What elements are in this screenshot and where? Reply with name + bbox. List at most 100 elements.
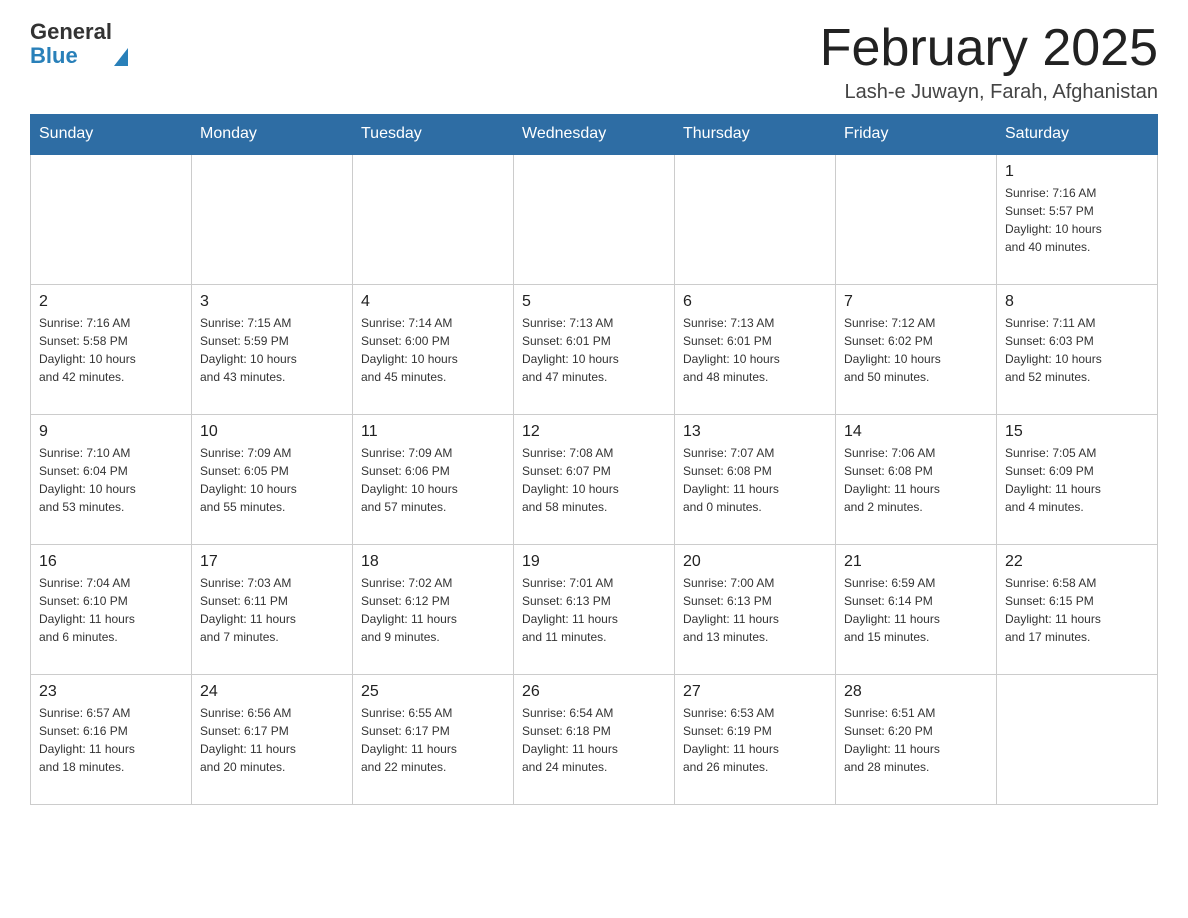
day-info: Sunrise: 6:54 AMSunset: 6:18 PMDaylight:… xyxy=(522,704,666,776)
calendar-cell: 5 Sunrise: 7:13 AMSunset: 6:01 PMDaylight… xyxy=(514,284,675,414)
calendar-cell: 25 Sunrise: 6:55 AMSunset: 6:17 PMDayligh… xyxy=(353,674,514,804)
day-number: 22 xyxy=(1005,553,1149,571)
day-number: 13 xyxy=(683,423,827,441)
day-info: Sunrise: 7:08 AMSunset: 6:07 PMDaylight:… xyxy=(522,444,666,516)
calendar-cell: 21Sunrise: 6:59 AMSunset: 6:14 PMDayligh… xyxy=(836,544,997,674)
day-number: 12 xyxy=(522,423,666,441)
calendar-cell xyxy=(514,154,675,284)
day-info: Sunrise: 7:16 AMSunset: 5:57 PMDaylight:… xyxy=(1005,184,1149,256)
day-info: Sunrise: 7:07 AMSunset: 6:08 PMDaylight:… xyxy=(683,444,827,516)
day-of-week-header: Tuesday xyxy=(353,115,514,155)
calendar-header-row: SundayMondayTuesdayWednesdayThursdayFrid… xyxy=(31,115,1158,155)
calendar-cell: 13 Sunrise: 7:07 AMSunset: 6:08 PMDayligh… xyxy=(675,414,836,544)
day-info: Sunrise: 7:00 AMSunset: 6:13 PMDaylight:… xyxy=(683,574,827,646)
logo-text: General Blue xyxy=(30,20,112,68)
calendar-cell xyxy=(353,154,514,284)
day-info: Sunrise: 7:05 AMSunset: 6:09 PMDaylight:… xyxy=(1005,444,1149,516)
day-number: 24 xyxy=(200,683,344,701)
calendar-cell: 24 Sunrise: 6:56 AMSunset: 6:17 PMDayligh… xyxy=(192,674,353,804)
day-number: 27 xyxy=(683,683,827,701)
day-info: Sunrise: 7:16 AMSunset: 5:58 PMDaylight:… xyxy=(39,314,183,386)
calendar-cell: 15 Sunrise: 7:05 AMSunset: 6:09 PMDayligh… xyxy=(997,414,1158,544)
day-number: 19 xyxy=(522,553,666,571)
calendar-cell: 20 Sunrise: 7:00 AMSunset: 6:13 PMDayligh… xyxy=(675,544,836,674)
day-of-week-header: Wednesday xyxy=(514,115,675,155)
day-info: Sunrise: 7:12 AMSunset: 6:02 PMDaylight:… xyxy=(844,314,988,386)
logo: General Blue xyxy=(30,20,128,68)
day-info: Sunrise: 6:53 AMSunset: 6:19 PMDaylight:… xyxy=(683,704,827,776)
day-info: Sunrise: 6:51 AMSunset: 6:20 PMDaylight:… xyxy=(844,704,988,776)
calendar-cell: 4 Sunrise: 7:14 AMSunset: 6:00 PMDaylight… xyxy=(353,284,514,414)
calendar-cell: 7Sunrise: 7:12 AMSunset: 6:02 PMDaylight… xyxy=(836,284,997,414)
day-info: Sunrise: 7:13 AMSunset: 6:01 PMDaylight:… xyxy=(683,314,827,386)
calendar-cell xyxy=(31,154,192,284)
day-of-week-header: Friday xyxy=(836,115,997,155)
page-header: General Blue February 2025 Lash-e Juwayn… xyxy=(30,20,1158,104)
day-info: Sunrise: 7:14 AMSunset: 6:00 PMDaylight:… xyxy=(361,314,505,386)
title-block: February 2025 Lash-e Juwayn, Farah, Afgh… xyxy=(820,20,1158,104)
day-info: Sunrise: 7:03 AMSunset: 6:11 PMDaylight:… xyxy=(200,574,344,646)
day-number: 16 xyxy=(39,553,183,571)
day-number: 25 xyxy=(361,683,505,701)
calendar-cell: 1 Sunrise: 7:16 AMSunset: 5:57 PMDaylight… xyxy=(997,154,1158,284)
day-number: 10 xyxy=(200,423,344,441)
day-number: 1 xyxy=(1005,163,1149,181)
day-of-week-header: Sunday xyxy=(31,115,192,155)
day-number: 4 xyxy=(361,293,505,311)
calendar-cell: 11Sunrise: 7:09 AMSunset: 6:06 PMDayligh… xyxy=(353,414,514,544)
calendar-cell: 8 Sunrise: 7:11 AMSunset: 6:03 PMDaylight… xyxy=(997,284,1158,414)
calendar-cell: 27 Sunrise: 6:53 AMSunset: 6:19 PMDayligh… xyxy=(675,674,836,804)
day-info: Sunrise: 7:04 AMSunset: 6:10 PMDaylight:… xyxy=(39,574,183,646)
day-info: Sunrise: 7:06 AMSunset: 6:08 PMDaylight:… xyxy=(844,444,988,516)
calendar-week-row: 1 Sunrise: 7:16 AMSunset: 5:57 PMDaylight… xyxy=(31,154,1158,284)
day-number: 28 xyxy=(844,683,988,701)
day-number: 8 xyxy=(1005,293,1149,311)
day-number: 20 xyxy=(683,553,827,571)
calendar-cell: 19Sunrise: 7:01 AMSunset: 6:13 PMDayligh… xyxy=(514,544,675,674)
day-number: 3 xyxy=(200,293,344,311)
location-subtitle: Lash-e Juwayn, Farah, Afghanistan xyxy=(820,81,1158,104)
day-info: Sunrise: 6:57 AMSunset: 6:16 PMDaylight:… xyxy=(39,704,183,776)
day-number: 23 xyxy=(39,683,183,701)
day-number: 11 xyxy=(361,423,505,441)
logo-general: General xyxy=(30,20,112,44)
day-number: 17 xyxy=(200,553,344,571)
day-of-week-header: Monday xyxy=(192,115,353,155)
day-info: Sunrise: 7:10 AMSunset: 6:04 PMDaylight:… xyxy=(39,444,183,516)
day-number: 18 xyxy=(361,553,505,571)
calendar-week-row: 16 Sunrise: 7:04 AMSunset: 6:10 PMDayligh… xyxy=(31,544,1158,674)
calendar-cell xyxy=(836,154,997,284)
day-info: Sunrise: 6:56 AMSunset: 6:17 PMDaylight:… xyxy=(200,704,344,776)
calendar-cell: 18 Sunrise: 7:02 AMSunset: 6:12 PMDayligh… xyxy=(353,544,514,674)
day-info: Sunrise: 6:55 AMSunset: 6:17 PMDaylight:… xyxy=(361,704,505,776)
calendar-cell: 23 Sunrise: 6:57 AMSunset: 6:16 PMDayligh… xyxy=(31,674,192,804)
day-info: Sunrise: 7:11 AMSunset: 6:03 PMDaylight:… xyxy=(1005,314,1149,386)
calendar-cell: 9 Sunrise: 7:10 AMSunset: 6:04 PMDaylight… xyxy=(31,414,192,544)
calendar-week-row: 23 Sunrise: 6:57 AMSunset: 6:16 PMDayligh… xyxy=(31,674,1158,804)
day-info: Sunrise: 6:58 AMSunset: 6:15 PMDaylight:… xyxy=(1005,574,1149,646)
day-of-week-header: Saturday xyxy=(997,115,1158,155)
calendar-cell: 14 Sunrise: 7:06 AMSunset: 6:08 PMDayligh… xyxy=(836,414,997,544)
calendar-table: SundayMondayTuesdayWednesdayThursdayFrid… xyxy=(30,114,1158,805)
day-number: 26 xyxy=(522,683,666,701)
day-number: 5 xyxy=(522,293,666,311)
logo-blue: Blue xyxy=(30,44,112,68)
day-info: Sunrise: 7:13 AMSunset: 6:01 PMDaylight:… xyxy=(522,314,666,386)
calendar-cell: 26 Sunrise: 6:54 AMSunset: 6:18 PMDayligh… xyxy=(514,674,675,804)
calendar-cell: 12 Sunrise: 7:08 AMSunset: 6:07 PMDayligh… xyxy=(514,414,675,544)
day-number: 6 xyxy=(683,293,827,311)
day-number: 21 xyxy=(844,553,988,571)
calendar-cell: 2 Sunrise: 7:16 AMSunset: 5:58 PMDaylight… xyxy=(31,284,192,414)
calendar-cell: 6 Sunrise: 7:13 AMSunset: 6:01 PMDaylight… xyxy=(675,284,836,414)
day-number: 14 xyxy=(844,423,988,441)
day-number: 9 xyxy=(39,423,183,441)
calendar-cell xyxy=(675,154,836,284)
calendar-cell: 22 Sunrise: 6:58 AMSunset: 6:15 PMDayligh… xyxy=(997,544,1158,674)
day-of-week-header: Thursday xyxy=(675,115,836,155)
day-number: 2 xyxy=(39,293,183,311)
day-info: Sunrise: 7:09 AMSunset: 6:05 PMDaylight:… xyxy=(200,444,344,516)
day-info: Sunrise: 7:02 AMSunset: 6:12 PMDaylight:… xyxy=(361,574,505,646)
calendar-cell xyxy=(192,154,353,284)
day-number: 15 xyxy=(1005,423,1149,441)
calendar-cell: 28 Sunrise: 6:51 AMSunset: 6:20 PMDayligh… xyxy=(836,674,997,804)
